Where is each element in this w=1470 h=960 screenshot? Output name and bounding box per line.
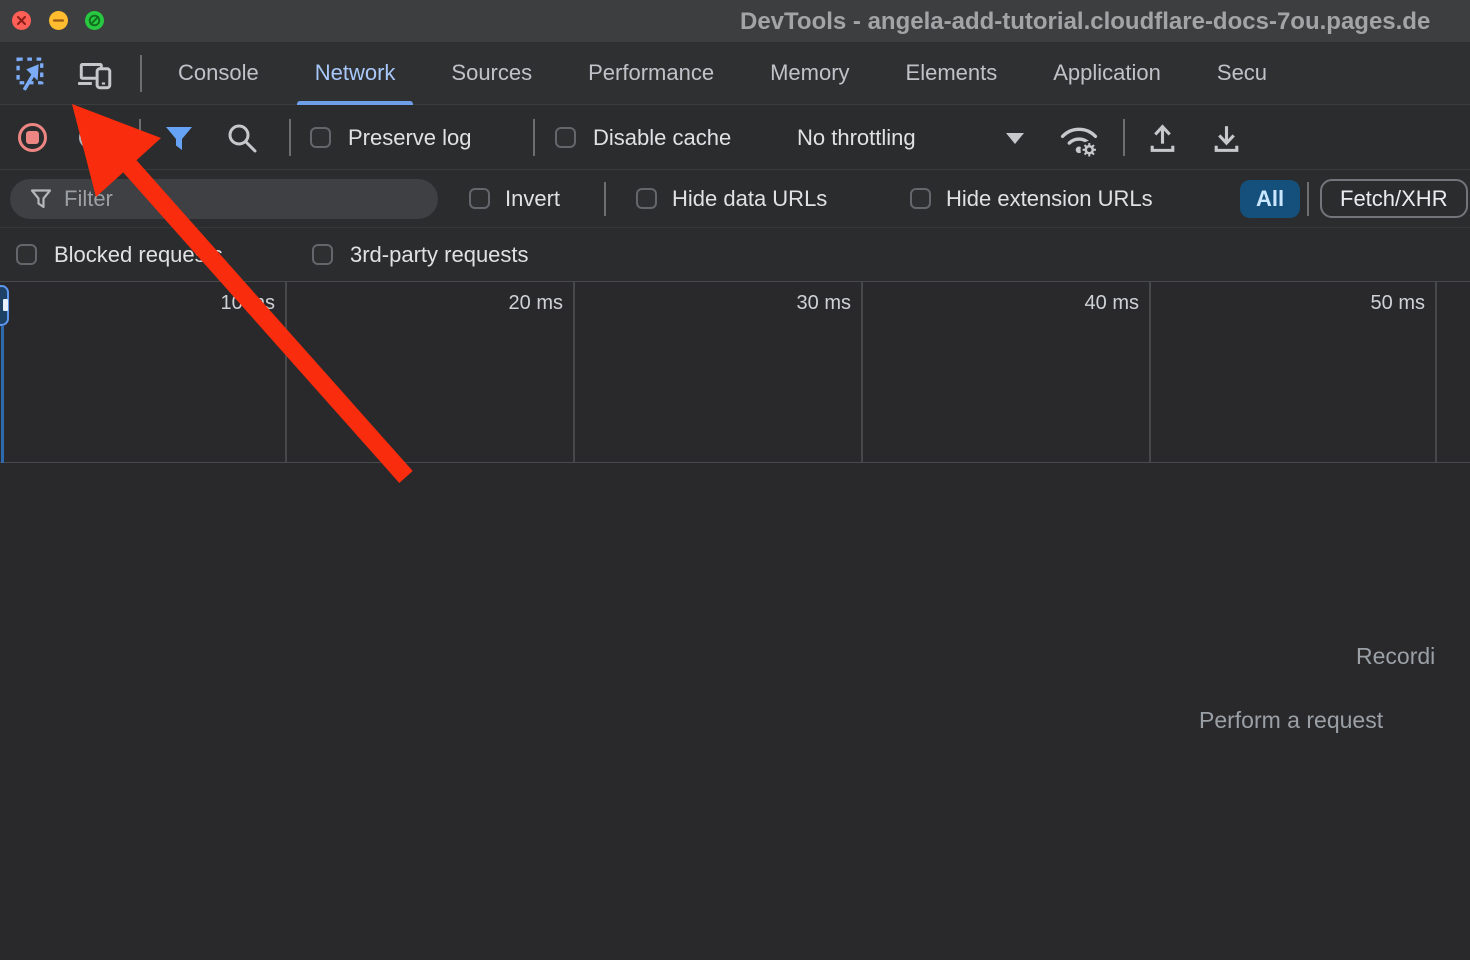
tab-performance[interactable]: Performance — [560, 42, 742, 105]
hide-extension-urls-checkbox[interactable] — [910, 188, 931, 209]
invert-label: Invert — [505, 170, 560, 228]
filter-divider — [604, 182, 606, 216]
search-icon[interactable] — [226, 122, 258, 159]
timeline-tick-label: 10 ms — [170, 292, 275, 315]
timeline-tick-label: 50 ms — [1320, 292, 1425, 315]
request-type-fetch-xhr-button[interactable]: Fetch/XHR — [1320, 179, 1468, 218]
tab-console[interactable]: Console — [150, 42, 287, 105]
network-filter-bar-row2: Blocked requests 3rd-party requests — [0, 228, 1470, 282]
disable-cache-checkbox[interactable] — [555, 127, 576, 148]
network-overview-timeline[interactable]: 10 ms 20 ms 30 ms 40 ms 50 ms — [0, 282, 1470, 463]
filter-toggle-icon[interactable] — [163, 122, 195, 159]
timeline-handle-grip — [3, 299, 8, 311]
timeline-tick-label: 40 ms — [1034, 292, 1139, 315]
toolbar-divider — [139, 119, 141, 156]
timeline-drag-handle[interactable] — [0, 285, 9, 326]
timeline-tick-label: 30 ms — [746, 292, 851, 315]
blocked-requests-label: Blocked requests — [54, 228, 223, 282]
toggle-device-toolbar-icon[interactable] — [76, 55, 114, 93]
perform-request-hint-text: Perform a request — [1199, 707, 1383, 734]
recording-hint-text: Recordi — [1356, 643, 1435, 670]
timeline-tick-label: 20 ms — [458, 292, 563, 315]
tab-memory[interactable]: Memory — [742, 42, 877, 105]
toolbar-divider — [533, 119, 535, 156]
tab-network[interactable]: Network — [287, 42, 424, 105]
tabbar-divider — [140, 55, 142, 92]
record-network-log-button[interactable] — [18, 123, 47, 152]
tab-security[interactable]: Secu — [1189, 42, 1295, 105]
tab-sources[interactable]: Sources — [423, 42, 560, 105]
throttling-select[interactable]: No throttling — [797, 105, 916, 170]
tab-application[interactable]: Application — [1025, 42, 1189, 105]
timeline-gridline — [861, 282, 863, 462]
third-party-requests-label: 3rd-party requests — [350, 228, 529, 282]
import-har-icon[interactable] — [1145, 121, 1180, 159]
preserve-log-label: Preserve log — [348, 105, 472, 170]
minimize-window-icon[interactable] — [49, 11, 68, 30]
timeline-gridline — [285, 282, 287, 462]
third-party-requests-checkbox[interactable] — [312, 244, 333, 265]
toolbar-divider — [289, 119, 291, 156]
inspect-element-icon[interactable] — [14, 55, 52, 93]
timeline-selection-line — [1, 326, 4, 463]
zoom-window-icon[interactable] — [85, 11, 104, 30]
preserve-log-checkbox[interactable] — [310, 127, 331, 148]
devtools-tabbar: Console Network Sources Performance Memo… — [0, 42, 1470, 105]
tab-elements[interactable]: Elements — [878, 42, 1026, 105]
requests-empty-panel: Recordi Perform a request — [0, 463, 1470, 960]
blocked-requests-checkbox[interactable] — [16, 244, 37, 265]
hide-extension-urls-label: Hide extension URLs — [946, 170, 1153, 228]
timeline-gridline — [1435, 282, 1437, 462]
toolbar-divider — [1123, 119, 1125, 156]
close-window-icon[interactable] — [12, 11, 31, 30]
disable-cache-label: Disable cache — [593, 105, 731, 170]
network-filter-bar: Invert Hide data URLs Hide extension URL… — [0, 170, 1470, 228]
export-har-icon[interactable] — [1209, 121, 1244, 159]
timeline-gridline — [573, 282, 575, 462]
filter-input[interactable] — [64, 181, 414, 217]
filter-funnel-icon — [30, 188, 52, 210]
panel-tabs: Console Network Sources Performance Memo… — [150, 42, 1295, 105]
invert-checkbox[interactable] — [469, 188, 490, 209]
clear-network-log-icon[interactable] — [79, 126, 102, 149]
network-toolbar: Preserve log Disable cache No throttling — [0, 105, 1470, 170]
hide-data-urls-label: Hide data URLs — [672, 170, 827, 228]
request-type-all-button[interactable]: All — [1240, 180, 1300, 218]
network-conditions-icon[interactable] — [1058, 121, 1100, 163]
window-title: DevTools - angela-add-tutorial.cloudflar… — [740, 0, 1430, 42]
throttling-caret-icon[interactable] — [1006, 133, 1024, 144]
filter-input-container[interactable] — [10, 179, 438, 219]
record-stop-icon — [26, 131, 39, 144]
hide-data-urls-checkbox[interactable] — [636, 188, 657, 209]
filter-divider — [1307, 182, 1309, 216]
timeline-gridline — [1149, 282, 1151, 462]
titlebar: DevTools - angela-add-tutorial.cloudflar… — [0, 0, 1470, 42]
